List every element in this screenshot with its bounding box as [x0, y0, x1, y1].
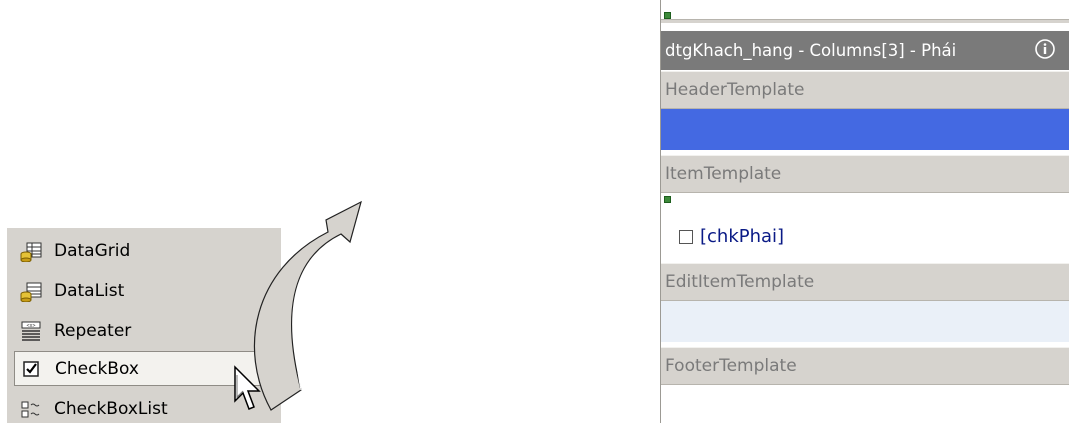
header-template-area[interactable] — [661, 109, 1069, 150]
datalist-icon — [20, 280, 42, 303]
repeater-icon: <x> — [20, 320, 42, 342]
chkphai-checkbox[interactable]: [chkPhai] — [679, 226, 784, 247]
control-marker-icon — [664, 196, 671, 203]
checkbox-box[interactable] — [679, 229, 693, 244]
footer-template-section: FooterTemplate — [661, 347, 1069, 385]
edit-item-template-area[interactable] — [661, 301, 1069, 342]
section-label: FooterTemplate — [665, 356, 797, 376]
toolbox-item-label: CheckBoxList — [54, 399, 168, 419]
section-label: ItemTemplate — [665, 164, 782, 184]
panel-top-border — [661, 19, 1069, 23]
toolbox-item-label: Repeater — [54, 321, 132, 341]
edit-item-template-section: EditItemTemplate — [661, 263, 1069, 301]
toolbox-item-label: DataGrid — [54, 241, 131, 261]
checkbox-icon — [21, 358, 43, 380]
checkboxlist-icon — [20, 398, 42, 420]
datagrid-icon — [20, 240, 42, 263]
header-template-section: HeaderTemplate — [661, 71, 1069, 109]
info-icon[interactable] — [1034, 38, 1056, 60]
template-editor-panel: dtgKhach_hang - Columns[3] - Phái Header… — [660, 0, 1069, 423]
section-label: EditItemTemplate — [665, 272, 815, 292]
template-editor-title: dtgKhach_hang - Columns[3] - Phái — [665, 41, 957, 60]
footer-template-area[interactable] — [661, 385, 1069, 423]
item-template-section: ItemTemplate — [661, 155, 1069, 193]
control-marker-icon — [664, 12, 671, 19]
section-label: HeaderTemplate — [665, 80, 805, 100]
svg-text:<x>: <x> — [26, 323, 35, 329]
template-editor-titlebar: dtgKhach_hang - Columns[3] - Phái — [661, 31, 1069, 70]
toolbox-item-label: DataList — [54, 281, 125, 301]
checkbox-label: [chkPhai] — [700, 226, 785, 247]
toolbox-item-label: CheckBox — [55, 358, 139, 379]
drag-arrow-icon — [253, 200, 362, 411]
